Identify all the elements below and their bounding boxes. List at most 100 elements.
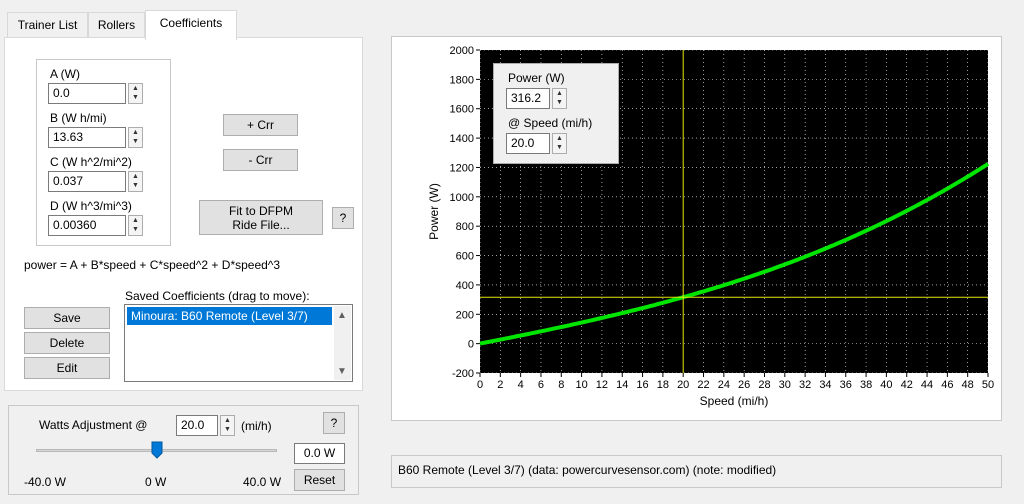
reset-button[interactable]: Reset (294, 469, 345, 491)
list-item[interactable]: Minoura: B60 Remote (Level 3/7) (127, 307, 332, 325)
tab-coefficients[interactable]: Coefficients (145, 10, 237, 40)
coef-b-stepper[interactable]: ▲ ▼ (128, 127, 143, 148)
spin-up-icon: ▲ (132, 173, 139, 180)
watts-speed-input[interactable]: 20.0 (176, 415, 218, 436)
watts-slider-thumb[interactable] (151, 441, 163, 459)
power-chart-frame: 0 2 4 6 8 10 12 14 16 18 20 22 24 26 28 30 32 34 36 38 40 42 4… (391, 36, 1002, 421)
spin-up-icon: ▲ (556, 90, 563, 97)
y-tick-label: -200 (452, 368, 474, 380)
coef-a-input[interactable]: 0.0 (48, 83, 126, 104)
x-tick-label: 36 (840, 379, 852, 391)
x-tick-label: 40 (880, 379, 892, 391)
x-tick-label: 30 (779, 379, 791, 391)
x-tick-label: 22 (697, 379, 709, 391)
x-tick-label: 10 (575, 379, 587, 391)
coef-a-stepper[interactable]: ▲ ▼ (128, 83, 143, 104)
fit-dfpm-button[interactable]: Fit to DFPM Ride File... (199, 200, 323, 235)
coef-c-label: C (W h^2/mi^2) (50, 155, 132, 169)
slider-max-label: 40.0 W (243, 475, 282, 489)
readout-speed-stepper[interactable]: ▲ ▼ (552, 133, 567, 154)
coef-c-stepper[interactable]: ▲ ▼ (128, 171, 143, 192)
saved-coefficients-list[interactable]: Minoura: B60 Remote (Level 3/7) ▲ ▼ (124, 304, 353, 382)
fit-dfpm-label-2: Ride File... (232, 217, 290, 232)
coef-c-input[interactable]: 0.037 (48, 171, 126, 192)
status-text: B60 Remote (Level 3/7) (data: powercurve… (391, 455, 1002, 488)
x-tick-label: 4 (518, 379, 524, 391)
x-tick-label: 6 (538, 379, 544, 391)
help-button[interactable]: ? (332, 207, 354, 229)
coef-d-label: D (W h^3/mi^3) (50, 199, 132, 213)
x-tick-label: 44 (921, 379, 933, 391)
x-axis-label: Speed (mi/h) (700, 394, 769, 408)
spin-down-icon: ▼ (132, 226, 139, 233)
x-ticks: 0 2 4 6 8 10 12 14 16 18 20 22 24 26 28 30 32 34 36 38 40 42 4… (477, 373, 994, 391)
readout-speed-input[interactable]: 20.0 (506, 133, 550, 154)
x-tick-label: 2 (497, 379, 503, 391)
x-tick-label: 42 (901, 379, 913, 391)
y-tick-label: 1800 (450, 74, 474, 86)
coef-d-input[interactable]: 0.00360 (48, 215, 126, 236)
spin-down-icon: ▼ (132, 94, 139, 101)
x-tick-label: 46 (941, 379, 953, 391)
x-tick-label: 12 (596, 379, 608, 391)
tab-trainer-list[interactable]: Trainer List (7, 12, 88, 38)
x-tick-label: 0 (477, 379, 483, 391)
spin-up-icon: ▲ (556, 135, 563, 142)
x-tick-label: 16 (636, 379, 648, 391)
x-tick-label: 34 (819, 379, 831, 391)
y-tick-label: 2000 (450, 45, 474, 57)
spin-down-icon: ▼ (132, 138, 139, 145)
watts-speed-stepper[interactable]: ▲ ▼ (220, 415, 235, 436)
x-tick-label: 32 (799, 379, 811, 391)
spin-down-icon: ▼ (556, 144, 563, 151)
y-tick-label: 1200 (450, 162, 474, 174)
spin-down-icon: ▼ (132, 182, 139, 189)
x-tick-label: 8 (558, 379, 564, 391)
minus-crr-button[interactable]: - Crr (223, 149, 298, 171)
x-tick-label: 38 (860, 379, 872, 391)
tab-rollers[interactable]: Rollers (88, 12, 145, 38)
save-button[interactable]: Save (24, 307, 110, 329)
y-tick-label: 0 (468, 339, 474, 351)
delete-button[interactable]: Delete (24, 332, 110, 354)
coef-d-stepper[interactable]: ▲ ▼ (128, 215, 143, 236)
y-tick-label: 200 (456, 309, 474, 321)
x-tick-label: 14 (616, 379, 628, 391)
y-tick-label: 1600 (450, 104, 474, 116)
x-tick-label: 48 (962, 379, 974, 391)
watts-adjustment-label: Watts Adjustment @ (39, 418, 148, 432)
x-tick-label: 18 (657, 379, 669, 391)
y-tick-label: 400 (456, 280, 474, 292)
readout-power-label: Power (W) (508, 71, 565, 85)
slider-mid-label: 0 W (145, 475, 167, 489)
saved-coefficients-label: Saved Coefficients (drag to move): (125, 289, 310, 303)
spin-up-icon: ▲ (224, 417, 231, 424)
y-tick-label: 1000 (450, 192, 474, 204)
readout-power-input[interactable]: 316.2 (506, 88, 550, 109)
y-axis-label: Power (W) (427, 183, 441, 240)
readout-speed-label: @ Speed (mi/h) (508, 116, 593, 130)
plus-crr-button[interactable]: + Crr (223, 114, 298, 136)
chevron-down-icon[interactable]: ▼ (337, 366, 347, 377)
spin-down-icon: ▼ (224, 426, 231, 433)
x-tick-label: 26 (738, 379, 750, 391)
watts-help-button[interactable]: ? (323, 412, 345, 434)
readout-power-stepper[interactable]: ▲ ▼ (552, 88, 567, 109)
power-curve-chart[interactable]: 0 2 4 6 8 10 12 14 16 18 20 22 24 26 28 30 32 34 36 38 40 42 4… (392, 37, 1001, 420)
x-tick-label: 50 (982, 379, 994, 391)
x-tick-label: 24 (718, 379, 730, 391)
coefficients-panel: A (W) 0.0 ▲ ▼ B (W h/mi) 13.63 ▲ ▼ C (W h^… (4, 37, 363, 391)
coef-b-label: B (W h/mi) (50, 111, 107, 125)
edit-button[interactable]: Edit (24, 357, 110, 379)
fit-dfpm-label-1: Fit to DFPM (228, 203, 293, 218)
list-scrollbar[interactable]: ▲ ▼ (334, 306, 351, 380)
spin-down-icon: ▼ (556, 99, 563, 106)
spin-up-icon: ▲ (132, 129, 139, 136)
x-tick-label: 28 (758, 379, 770, 391)
y-ticks: -200 0 200 400 600 800 1000 1200 1400 1600 1800 200… (450, 45, 480, 380)
coef-b-input[interactable]: 13.63 (48, 127, 126, 148)
watts-speed-unit: (mi/h) (241, 419, 272, 433)
y-tick-label: 1400 (450, 133, 474, 145)
chevron-up-icon[interactable]: ▲ (337, 310, 347, 321)
spin-up-icon: ▲ (132, 217, 139, 224)
